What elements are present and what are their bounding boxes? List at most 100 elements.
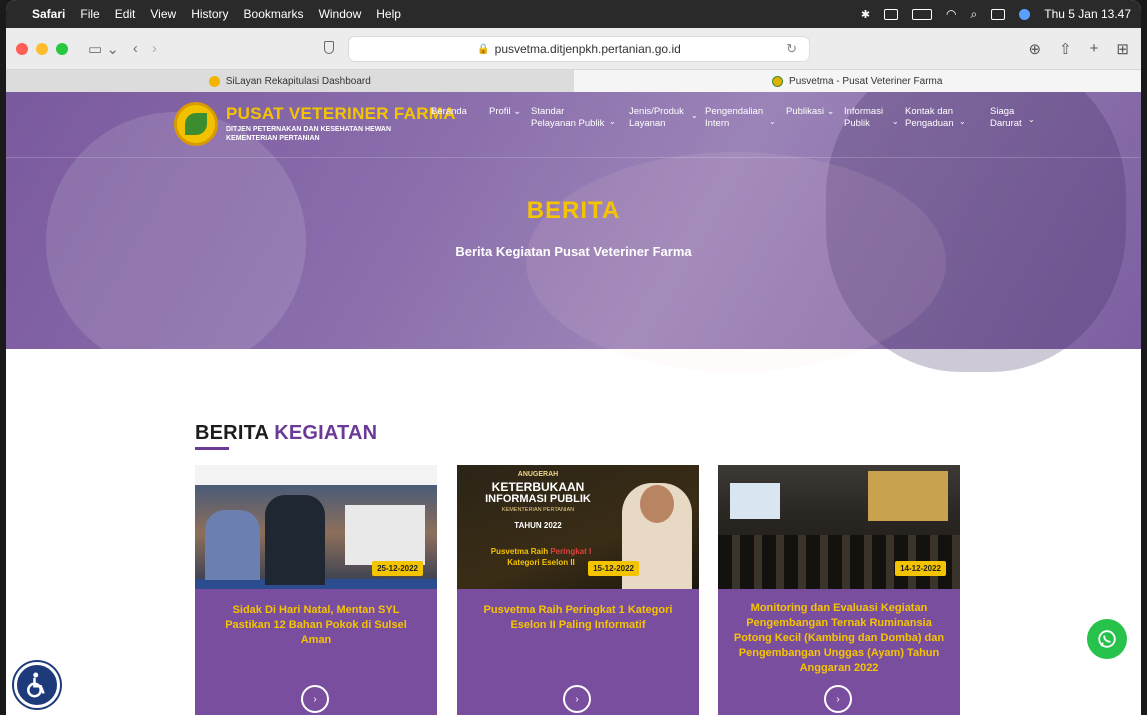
chevron-down-icon: ⌄: [769, 117, 776, 126]
image-banner: [868, 471, 948, 521]
bluetooth-icon[interactable]: ✱: [861, 8, 870, 21]
image-caption: KETERBUKAAN: [491, 480, 585, 494]
control-center-icon[interactable]: [991, 8, 1006, 20]
news-date: 25-12-2022: [372, 561, 423, 576]
wheelchair-icon: [27, 672, 45, 698]
toolbar-right: ⊕ ⇧ + ⊞: [1029, 40, 1130, 58]
brand-title[interactable]: PUSAT VETERINER FARMA: [226, 104, 456, 124]
nav-jenis-produk[interactable]: Jenis/Produk Layanan ⌄: [629, 106, 698, 130]
wifi-icon[interactable]: ◠: [946, 7, 956, 21]
forward-icon[interactable]: ›: [152, 40, 157, 57]
brand-subtitle: DITJEN PETERNAKAN DAN KESEHATAN HEWAN KE…: [226, 125, 391, 143]
nav-label-2: Pelayanan Publik: [531, 118, 605, 129]
back-icon[interactable]: ‹: [133, 40, 138, 57]
news-title[interactable]: Sidak Di Hari Natal, Mentan SYL Pastikan…: [209, 603, 423, 648]
news-card[interactable]: 14-12-2022 Monitoring dan Evaluasi Kegia…: [718, 465, 960, 715]
image-caption: KEMENTERIAN PERTANIAN: [501, 507, 575, 513]
url-text: pusvetma.ditjenpkh.pertanian.go.id: [494, 42, 681, 56]
menu-app-name[interactable]: Safari: [32, 7, 65, 21]
menu-view[interactable]: View: [150, 7, 176, 21]
address-bar[interactable]: 🔒 pusvetma.ditjenpkh.pertanian.go.id ↻: [348, 36, 810, 62]
web-page: PUSAT VETERINER FARMA DITJEN PETERNAKAN …: [6, 92, 1141, 715]
download-icon[interactable]: ⊕: [1029, 40, 1042, 58]
nav-kontak[interactable]: Kontak dan Pengaduan ⌄: [905, 106, 966, 130]
minimize-window-button[interactable]: [36, 42, 48, 55]
image-caption: TAHUN 2022: [514, 521, 562, 530]
browser-window: Safari File Edit View History Bookmarks …: [6, 0, 1141, 715]
tab-label: SiLayan Rekapitulasi Dashboard: [225, 75, 371, 87]
chevron-down-icon: ⌄: [1028, 115, 1035, 124]
read-more-button[interactable]: ›: [824, 685, 852, 713]
accessibility-button[interactable]: [14, 662, 60, 708]
tab-favicon-icon: [208, 75, 220, 87]
news-title[interactable]: Monitoring dan Evaluasi Kegiatan Pengemb…: [732, 601, 946, 676]
site-navbar: PUSAT VETERINER FARMA DITJEN PETERNAKAN …: [6, 92, 1141, 158]
image-caption: ANUGERAH: [517, 471, 559, 478]
chevron-down-icon: ⌄: [959, 117, 966, 126]
image-caption-b: Peringkat I: [550, 547, 592, 556]
browser-toolbar: ▭ ⌄ ‹ › 🔒 pusvetma.ditjenpkh.pertanian.g…: [6, 28, 1141, 70]
share-icon[interactable]: ⇧: [1059, 40, 1072, 58]
section-title: BERITA KEGIATAN: [195, 422, 377, 445]
display-icon[interactable]: [884, 8, 899, 20]
menu-help[interactable]: Help: [376, 7, 401, 21]
nav-informasi-publik[interactable]: Informasi Publik ⌄: [844, 106, 899, 130]
news-card[interactable]: ANUGERAH KETERBUKAAN INFORMASI PUBLIK KE…: [457, 465, 699, 715]
read-more-button[interactable]: ›: [563, 685, 591, 713]
image-caption: Pusvetma Raih Peringkat I: [461, 547, 621, 556]
leaf-icon: [185, 113, 207, 135]
zoom-window-button[interactable]: [56, 42, 68, 55]
news-card[interactable]: 25-12-2022 Sidak Di Hari Natal, Mentan S…: [195, 465, 437, 715]
image-screen: [730, 483, 780, 519]
nav-label: Standar: [531, 106, 565, 117]
siri-icon[interactable]: [1019, 8, 1031, 20]
nav-beranda[interactable]: Beranda: [431, 106, 467, 118]
sidebar-icon[interactable]: ▭ ⌄: [88, 40, 119, 58]
image-vehicle: [345, 505, 425, 565]
nav-label-2: Layanan: [629, 118, 666, 129]
news-date: 14-12-2022: [895, 561, 946, 576]
nav-label-2: Darurat: [990, 118, 1022, 129]
menu-window[interactable]: Window: [319, 7, 362, 21]
image-figure: [205, 510, 260, 580]
menu-file[interactable]: File: [80, 7, 99, 21]
read-more-button[interactable]: ›: [301, 685, 329, 713]
nav-label-2: Pengaduan: [905, 118, 954, 129]
news-title[interactable]: Pusvetma Raih Peringkat 1 Kategori Eselo…: [471, 603, 685, 633]
new-tab-icon[interactable]: +: [1090, 40, 1099, 58]
spotlight-icon[interactable]: ⌕: [971, 7, 978, 22]
image-figure: [265, 495, 325, 585]
tab-silayan[interactable]: SiLayan Rekapitulasi Dashboard: [6, 70, 574, 92]
tab-pusvetma[interactable]: Pusvetma - Pusat Veteriner Farma: [573, 70, 1141, 92]
menu-history[interactable]: History: [191, 7, 228, 21]
whatsapp-button[interactable]: [1087, 619, 1127, 659]
news-image[interactable]: ANUGERAH KETERBUKAAN INFORMASI PUBLIK KE…: [457, 465, 699, 589]
window-controls: [16, 42, 68, 55]
nav-pengendalian[interactable]: Pengendalian Intern ⌄: [705, 106, 776, 130]
news-date: 15-12-2022: [588, 561, 639, 576]
nav-profil[interactable]: Profil ⌄: [489, 106, 521, 118]
nav-label: Informasi: [844, 106, 884, 117]
menu-edit[interactable]: Edit: [115, 7, 136, 21]
whatsapp-icon: [1098, 630, 1116, 648]
brand-sub-line: KEMENTERIAN PERTANIAN: [226, 135, 320, 142]
hero-subtitle: Berita Kegiatan Pusat Veteriner Farma: [455, 244, 692, 259]
nav-publikasi[interactable]: Publikasi ⌄: [786, 106, 835, 118]
brand-sub-line: DITJEN PETERNAKAN DAN KESEHATAN HEWAN: [226, 126, 392, 133]
nav-label: Beranda: [431, 106, 467, 117]
nav-standar[interactable]: Standar Pelayanan Publik ⌄: [531, 106, 616, 130]
reload-icon[interactable]: ↻: [786, 41, 797, 57]
nav-label: Profil: [489, 106, 511, 117]
battery-icon[interactable]: [912, 8, 933, 20]
privacy-shield-icon[interactable]: [324, 41, 334, 54]
hero-blob: [526, 152, 946, 372]
clock[interactable]: Thu 5 Jan 13.47: [1044, 7, 1131, 21]
lock-icon: 🔒: [477, 43, 490, 55]
tab-overview-icon[interactable]: ⊞: [1116, 40, 1129, 58]
menu-bookmarks[interactable]: Bookmarks: [244, 7, 304, 21]
tab-label: Pusvetma - Pusat Veteriner Farma: [789, 75, 943, 87]
close-window-button[interactable]: [16, 42, 28, 55]
nav-siaga-darurat[interactable]: Siaga Darurat ⌄: [990, 106, 1035, 130]
site-logo[interactable]: [174, 102, 218, 146]
chevron-down-icon: ⌄: [691, 111, 698, 120]
